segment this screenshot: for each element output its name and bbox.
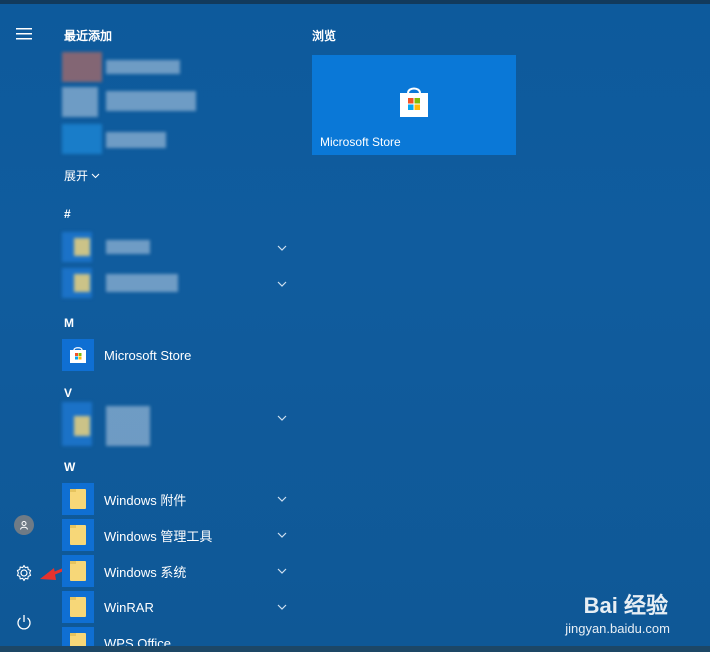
chevron-down-icon <box>277 532 287 538</box>
expand-recent-button[interactable]: 展开 <box>64 167 100 184</box>
chevron-down-icon <box>91 173 100 178</box>
recent-title: 最近添加 <box>64 29 113 43</box>
user-icon <box>20 521 28 530</box>
chevron-down-icon <box>277 245 287 251</box>
browse-title: 浏览 <box>312 29 337 43</box>
app-folder-windows-accessories[interactable]: Windows 附件 <box>62 483 294 515</box>
app-folder-winrar[interactable]: WinRAR <box>62 591 294 623</box>
folder-icon <box>70 525 86 545</box>
group-header-w[interactable]: W <box>64 460 75 474</box>
user-account-button[interactable] <box>0 505 48 545</box>
chevron-down-icon <box>277 568 287 574</box>
group-header-m[interactable]: M <box>64 316 74 330</box>
app-label: Windows 管理工具 <box>104 528 213 544</box>
app-label: WPS Office <box>104 636 171 646</box>
folder-icon <box>70 489 86 509</box>
start-rail <box>0 4 48 646</box>
app-label: Windows 附件 <box>104 492 187 508</box>
app-folder-v-1[interactable] <box>62 402 294 446</box>
chevron-down-icon <box>277 415 287 421</box>
power-icon <box>17 615 31 630</box>
chevron-down-icon <box>277 496 287 502</box>
folder-icon <box>70 561 86 581</box>
taskbar-edge <box>0 646 710 652</box>
expand-label: 展开 <box>64 169 89 183</box>
store-app-icon <box>62 339 94 371</box>
folder-icon <box>70 633 86 646</box>
hamburger-icon <box>16 28 32 40</box>
expand-menu-button[interactable] <box>0 14 48 54</box>
store-bag-icon <box>400 87 428 117</box>
app-label: Windows 系统 <box>104 564 187 580</box>
app-label: Microsoft Store <box>104 347 192 363</box>
gear-icon <box>16 564 32 582</box>
avatar <box>14 515 34 535</box>
group-header-v[interactable]: V <box>64 386 72 400</box>
store-bag-icon <box>70 347 86 363</box>
watermark-url: jingyan.baidu.com <box>565 621 670 636</box>
folder-icon <box>70 597 86 617</box>
top-border <box>0 0 710 4</box>
app-folder-hash-1[interactable] <box>62 232 294 262</box>
app-folder-hash-2[interactable] <box>62 268 294 298</box>
app-folder-wps-office[interactable]: WPS Office <box>62 627 294 646</box>
watermark-brand: Bai 经验 <box>583 593 668 618</box>
tile-label: Microsoft Store <box>320 135 401 149</box>
group-header-hash[interactable]: # <box>64 207 71 221</box>
app-label: WinRAR <box>104 599 154 615</box>
tile-microsoft-store[interactable]: Microsoft Store <box>312 55 516 155</box>
app-folder-windows-admin-tools[interactable]: Windows 管理工具 <box>62 519 294 551</box>
app-microsoft-store[interactable]: Microsoft Store <box>62 339 294 371</box>
app-folder-windows-system[interactable]: Windows 系统 <box>62 555 294 587</box>
chevron-down-icon <box>277 604 287 610</box>
power-button[interactable] <box>0 602 48 642</box>
chevron-down-icon <box>277 281 287 287</box>
